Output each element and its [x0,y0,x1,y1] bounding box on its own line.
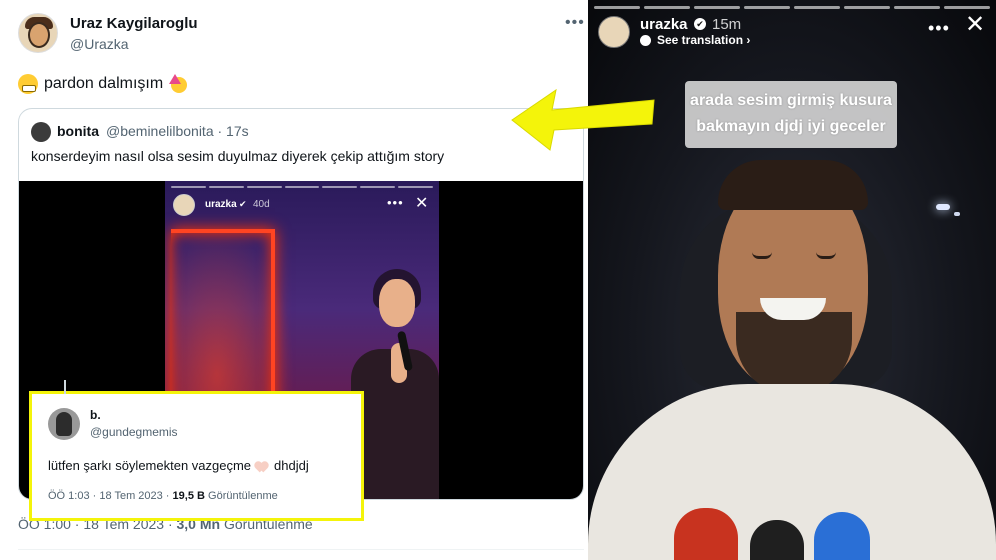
embedded-story-avatar [173,194,195,216]
author-handle[interactable]: @Urazka [70,36,129,52]
reply-text: lütfen şarkı söylemekten vazgeçme dhdjdj [48,458,309,473]
grimacing-face-icon [18,74,38,94]
more-dots-icon[interactable]: ••• [565,14,585,32]
quote-text: konserdeyim nasıl olsa sesim duyulmaz di… [31,148,445,164]
close-icon: ✕ [415,195,429,212]
story-caption: arada sesim girmiş kusura bakmayın djdj … [685,81,897,148]
tweet-text-content: pardon dalmışım [44,75,164,92]
story-avatar[interactable] [598,16,630,48]
background-light [936,204,950,210]
story-progress-bars [594,6,990,9]
quote-author-handle[interactable]: @beminelilbonita · 17s [106,123,249,139]
embedded-story-username: urazka [205,199,237,210]
reply-views-label: Görüntülenme [208,490,278,502]
tweet-text: pardon dalmışım [18,74,189,94]
author-name[interactable]: Uraz Kaygilaroglu [70,15,198,32]
caption-line-2: bakmayın djdj iyi geceler [696,118,886,135]
background-light [954,212,960,216]
reply-meta: ÖÖ 1:03 · 18 Tem 2023 · 19,5 B Görüntüle… [48,490,278,502]
shirt-print-red-head [674,508,738,560]
thread-line [64,380,66,394]
caption-line-1: arada sesim girmiş kusura [690,92,892,109]
reply-author-handle[interactable]: @gundegmemis [90,425,178,439]
avatar-face [28,22,50,48]
quote-avatar[interactable] [31,122,51,142]
more-dots-icon: ••• [387,195,404,210]
reply-text-before: lütfen şarkı söylemekten vazgeçme [48,458,252,473]
reply-timestamp[interactable]: ÖÖ 1:03 · 18 Tem 2023 · [48,490,169,502]
quote-author-name[interactable]: bonita [57,123,99,139]
close-icon[interactable]: ✕ [965,13,985,37]
verified-badge-icon: ✔ [239,199,247,209]
reply-author-name[interactable]: b. [90,408,101,422]
person-hair [718,160,868,210]
story-username[interactable]: urazka [640,16,688,33]
divider [18,549,584,550]
reply-avatar[interactable] [48,408,80,440]
more-dots-icon[interactable]: ••• [928,18,950,39]
story-progress-bars [171,186,434,188]
party-face-icon [169,74,189,94]
see-translation-link[interactable]: See translation › [657,33,750,47]
reply-tweet-card[interactable]: b. @gundegmemis lütfen şarkı söylemekten… [29,380,364,521]
author-avatar[interactable] [18,13,58,53]
yellow-arrow-icon [511,88,655,151]
embedded-story-time: 40d [253,199,270,210]
heart-hands-icon [255,461,270,471]
story-time: 15m [712,16,742,33]
verified-badge-icon: ✔ [694,18,706,30]
singer-head [379,279,415,327]
reply-views-count: 19,5 B [172,490,205,502]
reply-text-after: dhdjdj [274,458,309,473]
tweet-panel: Uraz Kaygilaroglu @Urazka ••• pardon dal… [0,0,588,560]
shirt-print-blue-head [814,512,870,560]
globe-icon [640,35,651,46]
